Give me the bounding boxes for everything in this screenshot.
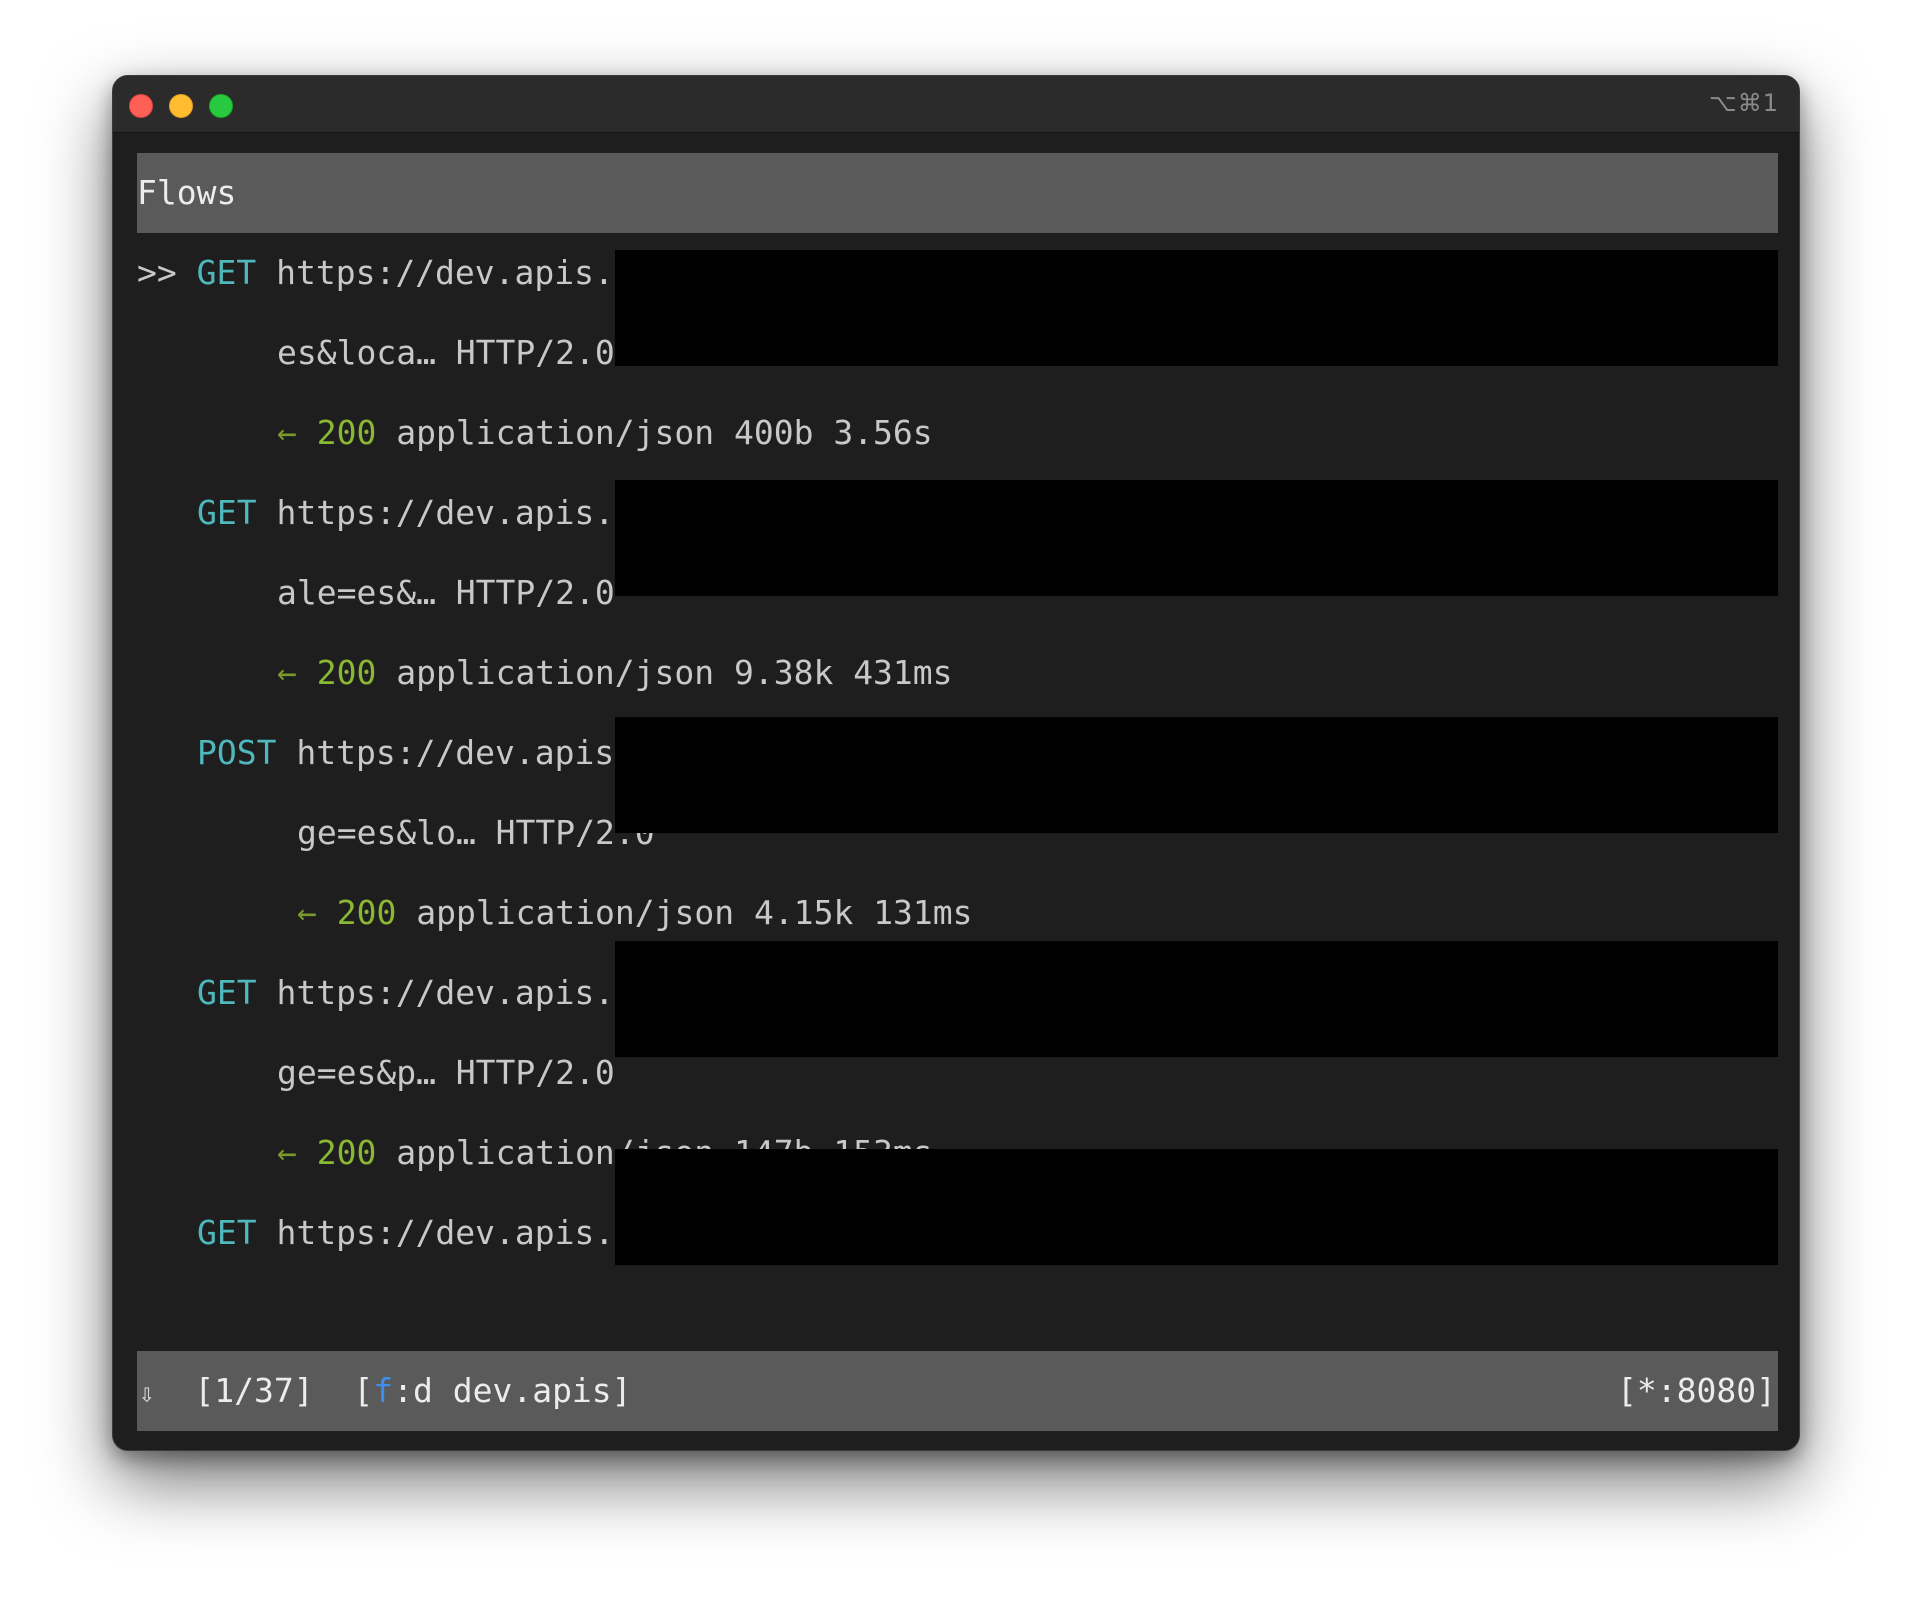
status-left: ⇩ [1/37] [f:d dev.apis]	[139, 1351, 632, 1434]
redaction-block	[615, 941, 1778, 1057]
flow-url: https://dev.apis.	[276, 973, 615, 1012]
flow-method: GET	[197, 1213, 257, 1252]
redaction-block	[615, 717, 1778, 833]
flow-request-line[interactable]: >> GET https://dev.apis.	[137, 233, 614, 313]
flow-request-line[interactable]: POST https://dev.apis	[197, 713, 614, 793]
redaction-block	[615, 480, 1778, 596]
flow-status-code: 200	[336, 893, 397, 932]
status-bar: ⇩ [1/37] [f:d dev.apis] [*:8080]	[137, 1351, 1778, 1431]
flow-url: https://dev.apis	[296, 733, 615, 772]
redaction-block	[615, 250, 1778, 366]
flow-response-info: application/json 4.15k 131ms	[416, 893, 973, 932]
scroll-down-icon: ⇩	[139, 1379, 155, 1409]
command-prompt-area[interactable]	[137, 1431, 1778, 1450]
flow-response-line[interactable]: ← 200 application/json 400b 3.56s	[277, 393, 933, 473]
selected-marker: >>	[137, 253, 177, 292]
flow-url: https://dev.apis.	[276, 1213, 615, 1252]
flow-status-code: 200	[316, 653, 377, 692]
flow-url-continued: es&loca… HTTP/2.0	[277, 333, 615, 372]
window-shortcut: ⌥⌘1	[1709, 89, 1779, 117]
flow-method: GET	[196, 253, 257, 292]
redaction-block	[615, 1149, 1778, 1265]
flow-status-code: 200	[316, 1133, 377, 1172]
flow-status-code: 200	[316, 413, 377, 452]
filter-key: f	[373, 1371, 394, 1410]
minimize-button[interactable]	[169, 94, 193, 118]
response-arrow-icon: ←	[277, 413, 297, 452]
flow-response-line[interactable]: ← 200 application/json 9.38k 431ms	[277, 633, 953, 713]
close-button[interactable]	[129, 94, 153, 118]
flows-header: Flows	[137, 153, 1778, 233]
flow-url-continued: ale=es&… HTTP/2.0	[277, 573, 615, 612]
flow-url-continued: ge=es&p… HTTP/2.0	[277, 1053, 615, 1092]
flow-method: POST	[197, 733, 277, 772]
title-bar: ⌥⌘1	[113, 76, 1799, 133]
flow-request-line[interactable]: GET https://dev.apis.	[197, 953, 614, 1033]
maximize-button[interactable]	[209, 94, 233, 118]
flow-url: https://dev.apis.	[276, 493, 615, 532]
flow-request-line[interactable]: GET https://dev.apis.	[197, 473, 614, 553]
filter-indicator: [f:d dev.apis]	[353, 1371, 632, 1410]
listen-address: [*:8080]	[1617, 1371, 1776, 1410]
flow-url: https://dev.apis.	[276, 253, 614, 292]
flow-request-line[interactable]: GET https://dev.apis.	[197, 1193, 614, 1273]
flow-response-info: application/json 9.38k 431ms	[396, 653, 953, 692]
mitmproxy-console[interactable]: Flows >> GET https://dev.apis. es&loca… …	[137, 153, 1778, 1450]
flow-position: [1/37]	[194, 1371, 314, 1410]
flow-method: GET	[197, 493, 257, 532]
response-arrow-icon: ←	[277, 653, 297, 692]
response-arrow-icon: ←	[277, 1133, 297, 1172]
response-arrow-icon: ←	[297, 893, 317, 932]
flow-method: GET	[197, 973, 257, 1012]
flow-response-info: application/json 400b 3.56s	[396, 413, 933, 452]
terminal-window: ⌥⌘1 Flows >> GET https://dev.apis. es&lo…	[112, 75, 1800, 1451]
flow-url-continued: ge=es&lo… HTTP/2.0	[297, 813, 655, 852]
